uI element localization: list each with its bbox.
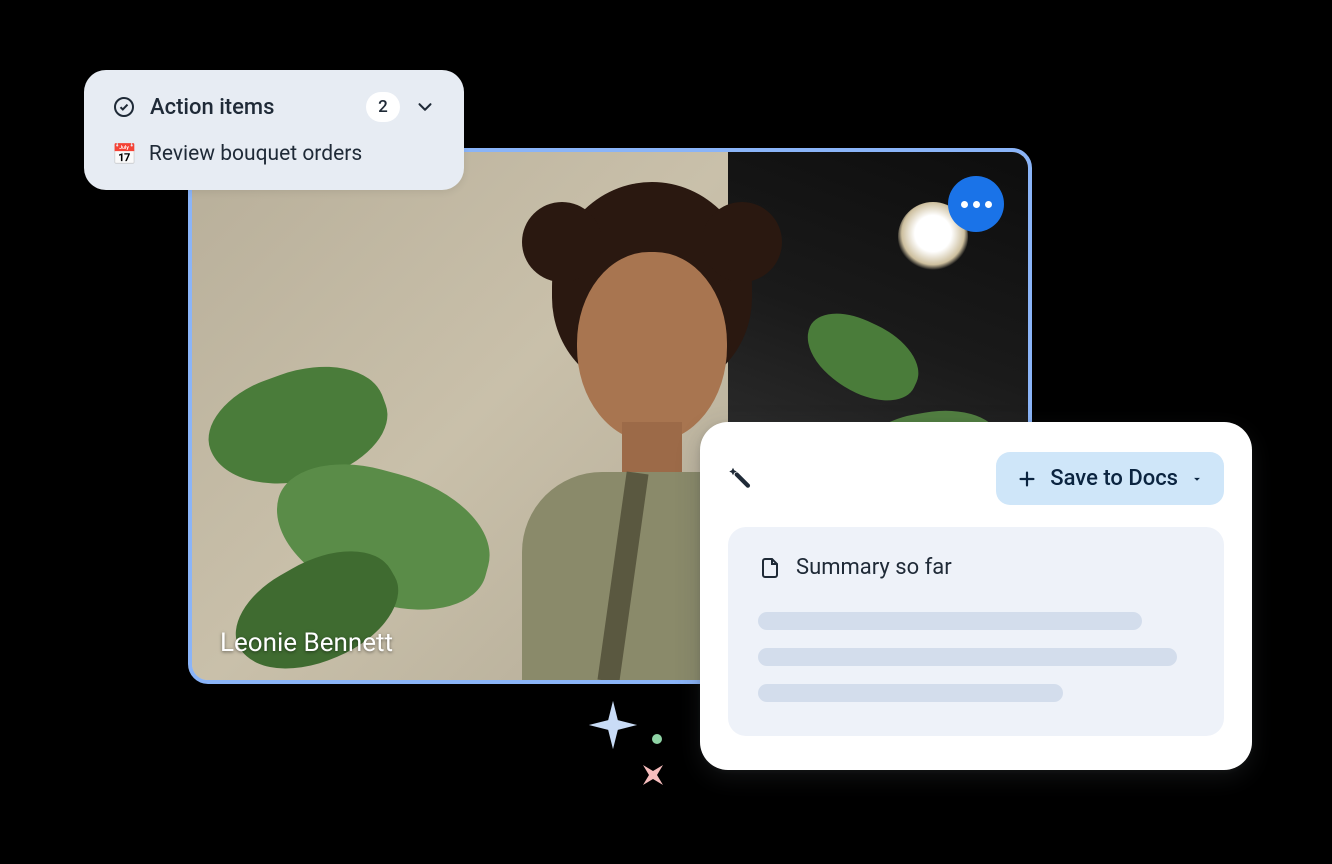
action-item-text: Review bouquet orders <box>149 142 362 166</box>
summary-heading: Summary so far <box>796 555 952 580</box>
calendar-icon: 📅 <box>112 144 137 164</box>
magic-wand-icon <box>728 464 758 494</box>
action-items-count-badge: 2 <box>366 92 400 122</box>
summary-placeholder-line <box>758 612 1142 630</box>
dropdown-caret-icon[interactable] <box>1190 472 1204 486</box>
plus-icon <box>1016 468 1038 490</box>
action-items-header[interactable]: Action items 2 <box>112 92 436 122</box>
action-items-title: Action items <box>150 95 274 120</box>
check-circle-icon <box>112 95 136 119</box>
participant-name: Leonie Bennett <box>220 628 393 658</box>
sparkle-dot-icon <box>652 734 662 744</box>
sparkle-icon <box>584 696 642 754</box>
summary-placeholder-line <box>758 648 1177 666</box>
summary-placeholder-line <box>758 684 1063 702</box>
action-item-row[interactable]: 📅 Review bouquet orders <box>112 142 436 166</box>
action-items-panel[interactable]: Action items 2 📅 Review bouquet orders <box>84 70 464 190</box>
document-icon <box>758 556 782 580</box>
save-to-docs-button[interactable]: Save to Docs <box>996 452 1224 505</box>
more-options-button[interactable] <box>948 176 1004 232</box>
save-to-docs-label: Save to Docs <box>1050 466 1178 491</box>
sparkle-icon <box>629 751 677 799</box>
chevron-down-icon[interactable] <box>414 96 436 118</box>
summary-card: Save to Docs Summary so far <box>700 422 1252 770</box>
summary-body: Summary so far <box>728 527 1224 736</box>
